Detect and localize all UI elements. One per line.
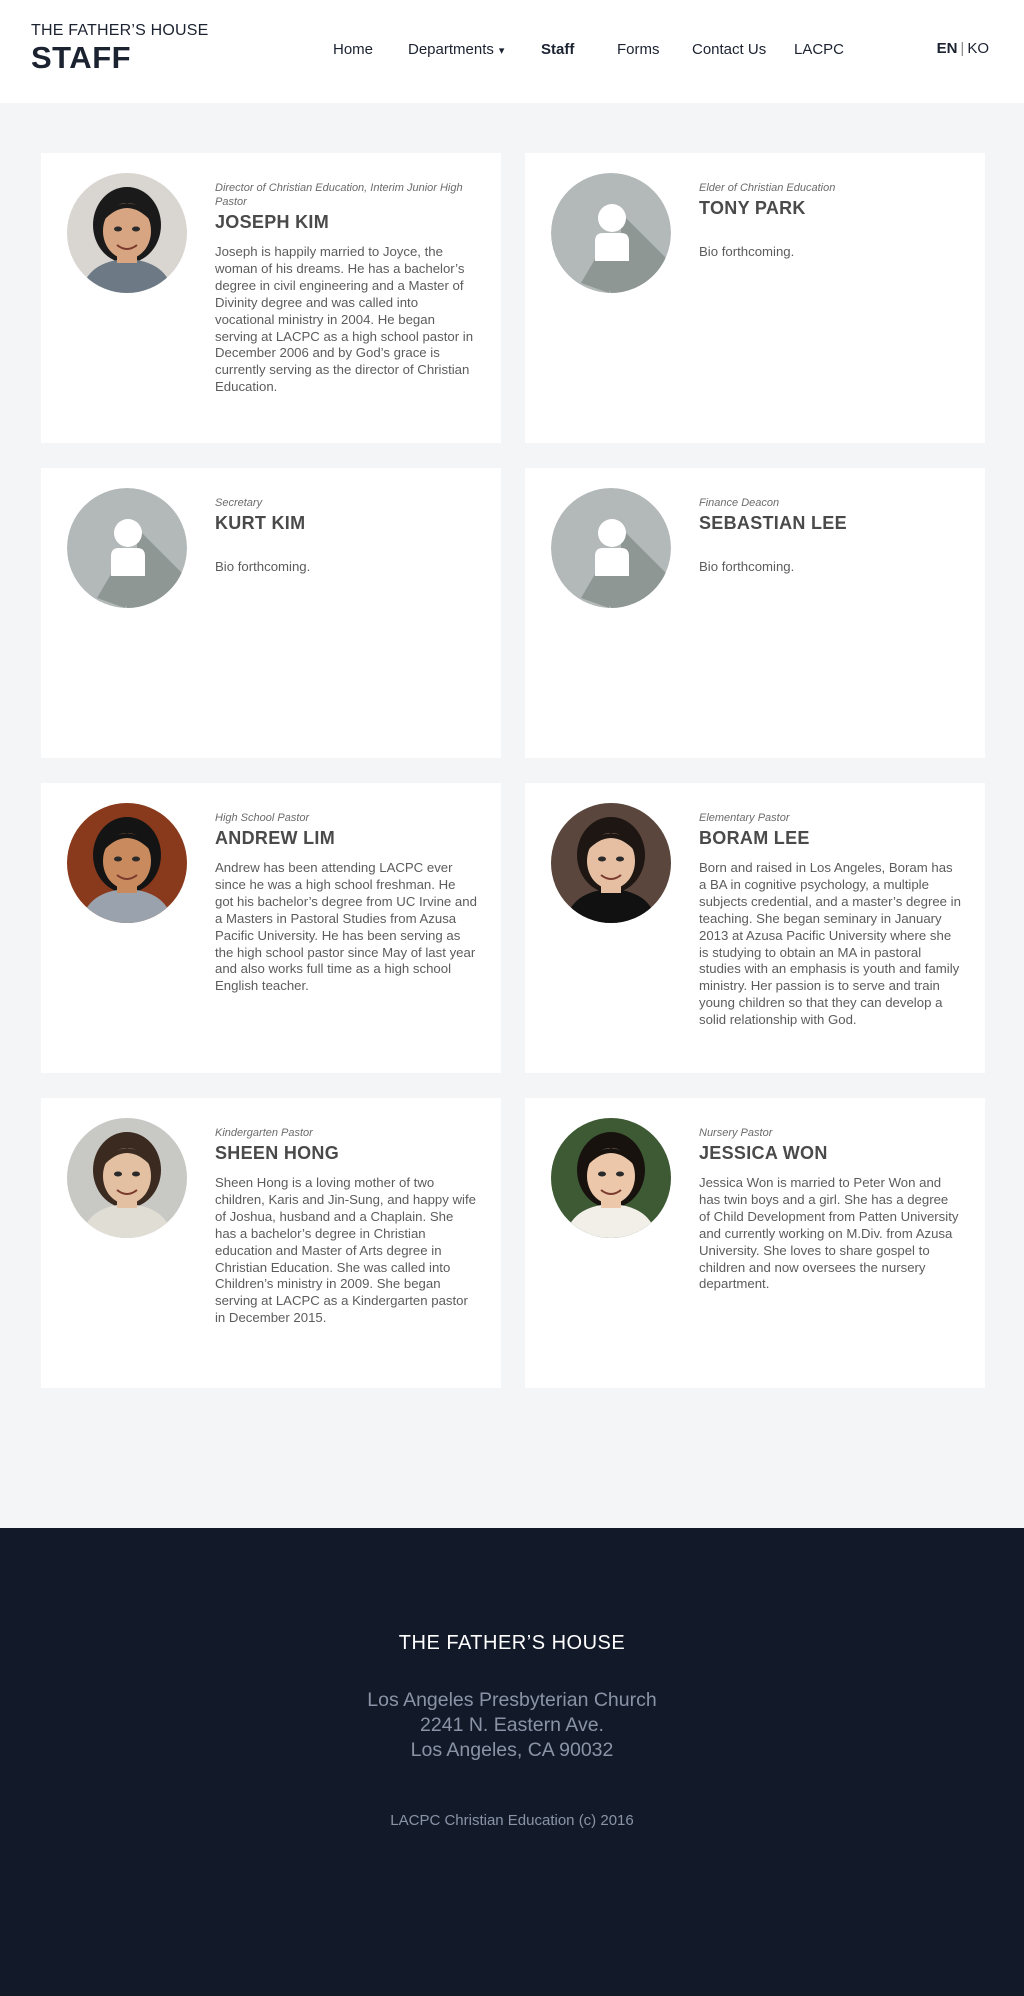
staff-info: Nursery Pastor JESSICA WON Jessica Won is …	[699, 1126, 961, 1293]
footer-address-line: 2241 N. Eastern Ave.	[420, 1714, 604, 1736]
avatar	[67, 803, 187, 923]
footer-address-line: Los Angeles, CA 90032	[410, 1739, 614, 1761]
staff-card: Kindergarten Pastor SHEEN HONG Sheen Hong …	[41, 1098, 501, 1388]
chevron-down-icon: ▾	[498, 45, 505, 57]
footer-address-line: Los Angeles Presbyterian Church	[367, 1689, 657, 1711]
staff-role: High School Pastor	[215, 812, 310, 824]
staff-card: Nursery Pastor JESSICA WON Jessica Won is …	[525, 1098, 985, 1388]
nav-departments[interactable]: Departments ▾	[408, 40, 504, 61]
staff-name: JESSICA WON	[699, 1143, 828, 1163]
staff-name: BORAM LEE	[699, 828, 810, 848]
staff-info: Finance Deacon SEBASTIAN LEE Bio forthcomi…	[699, 496, 961, 576]
staff-name: ANDREW LIM	[215, 828, 335, 848]
staff-bio: Jessica Won is married to Peter Won and …	[699, 1175, 959, 1292]
staff-info: Kindergarten Pastor SHEEN HONG Sheen Hong …	[215, 1126, 477, 1327]
avatar	[551, 803, 671, 923]
staff-role: Elder of Christian Education	[699, 182, 836, 194]
lang-en[interactable]: EN	[937, 40, 958, 57]
staff-bio: Sheen Hong is a loving mother of two chi…	[215, 1175, 476, 1326]
staff-card: Elder of Christian Education TONY PARK Bio…	[525, 153, 985, 443]
nav-lacpc[interactable]: LACPC	[794, 40, 844, 60]
nav-departments-label: Departments	[408, 41, 494, 58]
staff-role: Kindergarten Pastor	[215, 1127, 313, 1139]
staff-bio: Joseph is happily married to Joyce, the …	[215, 244, 474, 395]
footer-copyright: LACPC Christian Education (c) 2016	[390, 1812, 634, 1829]
avatar-placeholder-icon	[551, 488, 671, 608]
staff-info: Secretary KURT KIM Bio forthcoming.	[215, 496, 477, 576]
staff-name: KURT KIM	[215, 513, 306, 533]
site-footer: THE FATHER’S HOUSE Los Angeles Presbyter…	[0, 1528, 1024, 1996]
nav-staff[interactable]: Staff	[541, 40, 574, 60]
staff-name: JOSEPH KIM	[215, 212, 330, 232]
staff-bio: Bio forthcoming.	[215, 559, 311, 574]
staff-info: Elementary Pastor BORAM LEE Born and raise…	[699, 811, 961, 1029]
staff-card: High School Pastor ANDREW LIM Andrew has b…	[41, 783, 501, 1073]
staff-card: Finance Deacon SEBASTIAN LEE Bio forthcomi…	[525, 468, 985, 758]
staff-role: Director of Christian Education, Interim…	[215, 182, 463, 208]
avatar	[551, 1118, 671, 1238]
staff-card: Director of Christian Education, Interim…	[41, 153, 501, 443]
main-nav: Home Departments ▾ Staff Forms Contact Us…	[0, 40, 1024, 64]
footer-address: Los Angeles Presbyterian Church 2241 N. …	[0, 1688, 1024, 1763]
nav-contact-us[interactable]: Contact Us	[692, 40, 766, 60]
nav-home[interactable]: Home	[333, 40, 373, 60]
staff-name: SEBASTIAN LEE	[699, 513, 847, 533]
staff-card: Elementary Pastor BORAM LEE Born and raise…	[525, 783, 985, 1073]
staff-role: Elementary Pastor	[699, 812, 790, 824]
staff-info: Director of Christian Education, Interim…	[215, 181, 477, 396]
brand-name: THE FATHER’S HOUSE	[31, 22, 209, 39]
avatar	[67, 1118, 187, 1238]
staff-info: High School Pastor ANDREW LIM Andrew has b…	[215, 811, 477, 995]
staff-name: TONY PARK	[699, 198, 806, 218]
site-header: THE FATHER’S HOUSE STAFF Home Department…	[0, 0, 1024, 103]
footer-title: THE FATHER’S HOUSE	[398, 1632, 626, 1654]
lang-ko[interactable]: KO	[967, 40, 989, 57]
language-switcher: EN | KO	[937, 39, 989, 59]
staff-role: Finance Deacon	[699, 497, 780, 509]
staff-info: Elder of Christian Education TONY PARK Bio…	[699, 181, 961, 261]
staff-role: Secretary	[215, 497, 263, 509]
avatar-placeholder-icon	[551, 173, 671, 293]
staff-role: Nursery Pastor	[699, 1127, 773, 1139]
avatar	[67, 173, 187, 293]
staff-name: SHEEN HONG	[215, 1143, 340, 1163]
staff-card: Secretary KURT KIM Bio forthcoming.	[41, 468, 501, 758]
staff-bio: Bio forthcoming.	[699, 244, 795, 259]
staff-bio: Bio forthcoming.	[699, 559, 795, 574]
staff-bio: Born and raised in Los Angeles, Boram ha…	[699, 860, 961, 1028]
avatar-placeholder-icon	[67, 488, 187, 608]
nav-forms[interactable]: Forms	[617, 40, 660, 60]
lang-separator: |	[960, 40, 965, 57]
staff-bio: Andrew has been attending LACPC ever sin…	[215, 860, 477, 994]
